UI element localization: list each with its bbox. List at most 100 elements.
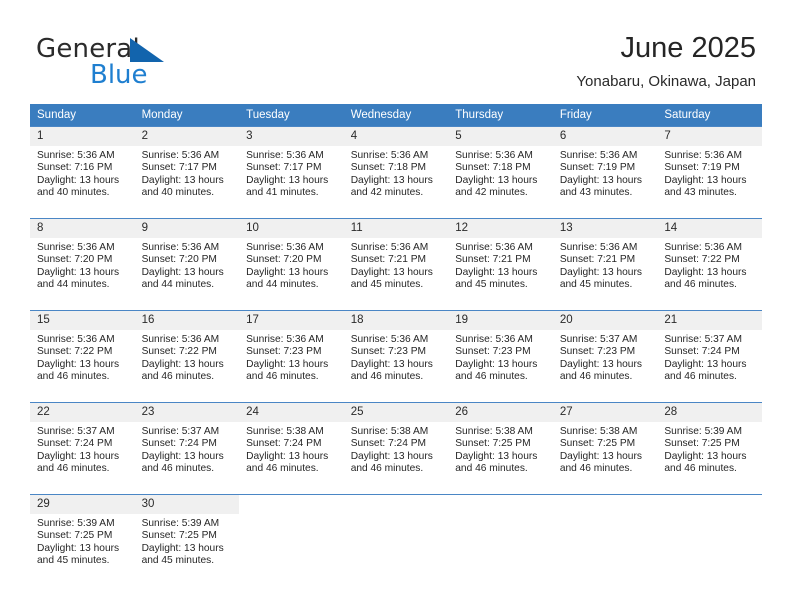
day-cell[interactable]: 2 Sunrise: 5:36 AM Sunset: 7:17 PM Dayli…: [134, 126, 240, 219]
day-cell[interactable]: 10 Sunrise: 5:36 AM Sunset: 7:20 PM Dayl…: [239, 218, 344, 311]
daylight-text: Daylight: 13 hours and 46 minutes.: [141, 450, 224, 475]
sunrise-text: Sunrise: 5:36 AM: [141, 242, 220, 253]
day-number: 21: [657, 311, 762, 330]
day-details: Sunrise: 5:36 AM Sunset: 7:16 PM Dayligh…: [30, 146, 135, 200]
day-cell[interactable]: 4 Sunrise: 5:36 AM Sunset: 7:18 PM Dayli…: [343, 126, 449, 219]
daylight-text: Daylight: 13 hours and 46 minutes.: [664, 450, 747, 475]
day-cell[interactable]: 24 Sunrise: 5:38 AM Sunset: 7:24 PM Dayl…: [239, 402, 344, 495]
sunset-text: Sunset: 7:23 PM: [559, 346, 636, 358]
day-cell-empty: [448, 494, 553, 586]
daylight-text: Daylight: 13 hours and 46 minutes.: [350, 450, 433, 475]
sunset-text: Sunset: 7:24 PM: [246, 438, 322, 450]
day-cell[interactable]: 18 Sunrise: 5:36 AM Sunset: 7:23 PM Dayl…: [343, 310, 449, 403]
day-cell[interactable]: 15 Sunrise: 5:36 AM Sunset: 7:22 PM Dayl…: [30, 310, 135, 403]
sunrise-text: Sunrise: 5:36 AM: [664, 150, 742, 161]
day-number: 4: [343, 127, 449, 146]
general-blue-logo[interactable]: General Blue: [36, 34, 236, 90]
day-number: 29: [30, 495, 135, 514]
sunset-text: Sunset: 7:20 PM: [246, 254, 322, 266]
day-cell[interactable]: 9 Sunrise: 5:36 AM Sunset: 7:20 PM Dayli…: [134, 218, 240, 311]
daylight-text: Daylight: 13 hours and 46 minutes.: [246, 358, 329, 383]
weekday-header-friday: Friday: [552, 104, 658, 127]
sunset-text: Sunset: 7:21 PM: [559, 254, 636, 266]
sunrise-text: Sunrise: 5:36 AM: [350, 150, 429, 161]
sunset-text: Sunset: 7:20 PM: [37, 254, 113, 266]
day-details: Sunrise: 5:36 AM Sunset: 7:20 PM Dayligh…: [30, 238, 135, 292]
day-cell[interactable]: 7 Sunrise: 5:36 AM Sunset: 7:19 PM Dayli…: [657, 126, 762, 219]
day-cell[interactable]: 23 Sunrise: 5:37 AM Sunset: 7:24 PM Dayl…: [134, 402, 240, 495]
sunrise-text: Sunrise: 5:37 AM: [141, 426, 220, 437]
day-cell[interactable]: 22 Sunrise: 5:37 AM Sunset: 7:24 PM Dayl…: [30, 402, 135, 495]
day-cell[interactable]: 1 Sunrise: 5:36 AM Sunset: 7:16 PM Dayli…: [30, 126, 135, 219]
daylight-text: Daylight: 13 hours and 45 minutes.: [141, 542, 224, 567]
day-number: 28: [657, 403, 762, 422]
sunrise-text: Sunrise: 5:36 AM: [37, 242, 115, 253]
day-details: Sunrise: 5:36 AM Sunset: 7:22 PM Dayligh…: [657, 238, 762, 292]
day-number: 20: [552, 311, 658, 330]
day-number: [448, 495, 553, 514]
day-details: Sunrise: 5:37 AM Sunset: 7:23 PM Dayligh…: [553, 330, 658, 384]
sunrise-text: Sunrise: 5:36 AM: [37, 334, 115, 345]
day-cell[interactable]: 30 Sunrise: 5:39 AM Sunset: 7:25 PM Dayl…: [134, 494, 240, 586]
day-cell-empty: [657, 494, 762, 586]
day-number: 11: [343, 219, 449, 238]
day-cell[interactable]: 25 Sunrise: 5:38 AM Sunset: 7:24 PM Dayl…: [343, 402, 449, 495]
daylight-text: Daylight: 13 hours and 44 minutes.: [37, 266, 120, 291]
day-number: 27: [552, 403, 658, 422]
day-cell[interactable]: 11 Sunrise: 5:36 AM Sunset: 7:21 PM Dayl…: [343, 218, 449, 311]
sunset-text: Sunset: 7:24 PM: [141, 438, 217, 450]
daylight-text: Daylight: 13 hours and 46 minutes.: [37, 358, 120, 383]
day-cell[interactable]: 12 Sunrise: 5:36 AM Sunset: 7:21 PM Dayl…: [448, 218, 553, 311]
sunrise-text: Sunrise: 5:39 AM: [664, 426, 742, 437]
daylight-text: Daylight: 13 hours and 44 minutes.: [141, 266, 224, 291]
sunrise-text: Sunrise: 5:37 AM: [37, 426, 115, 437]
day-number: 8: [30, 219, 135, 238]
sunrise-text: Sunrise: 5:37 AM: [559, 334, 638, 345]
daylight-text: Daylight: 13 hours and 46 minutes.: [246, 450, 329, 475]
day-details: Sunrise: 5:38 AM Sunset: 7:24 PM Dayligh…: [239, 422, 344, 476]
day-details: Sunrise: 5:39 AM Sunset: 7:25 PM Dayligh…: [135, 514, 240, 568]
day-cell[interactable]: 19 Sunrise: 5:36 AM Sunset: 7:23 PM Dayl…: [448, 310, 553, 403]
calendar-body: 1 Sunrise: 5:36 AM Sunset: 7:16 PM Dayli…: [30, 126, 762, 586]
sunrise-text: Sunrise: 5:38 AM: [559, 426, 638, 437]
day-cell[interactable]: 6 Sunrise: 5:36 AM Sunset: 7:19 PM Dayli…: [552, 126, 658, 219]
day-number: 18: [343, 311, 449, 330]
sunset-text: Sunset: 7:18 PM: [350, 162, 427, 174]
day-cell[interactable]: 8 Sunrise: 5:36 AM Sunset: 7:20 PM Dayli…: [30, 218, 135, 311]
day-cell[interactable]: 3 Sunrise: 5:36 AM Sunset: 7:17 PM Dayli…: [239, 126, 344, 219]
weekday-header-thursday: Thursday: [448, 104, 553, 127]
week-row: 15 Sunrise: 5:36 AM Sunset: 7:22 PM Dayl…: [30, 310, 762, 403]
day-cell[interactable]: 29 Sunrise: 5:39 AM Sunset: 7:25 PM Dayl…: [30, 494, 135, 586]
daylight-text: Daylight: 13 hours and 46 minutes.: [350, 358, 433, 383]
day-cell[interactable]: 17 Sunrise: 5:36 AM Sunset: 7:23 PM Dayl…: [239, 310, 344, 403]
sunset-text: Sunset: 7:18 PM: [455, 162, 531, 174]
day-cell[interactable]: 5 Sunrise: 5:36 AM Sunset: 7:18 PM Dayli…: [448, 126, 553, 219]
day-details: Sunrise: 5:38 AM Sunset: 7:24 PM Dayligh…: [344, 422, 449, 476]
day-cell[interactable]: 28 Sunrise: 5:39 AM Sunset: 7:25 PM Dayl…: [657, 402, 762, 495]
day-number: 24: [239, 403, 344, 422]
daylight-text: Daylight: 13 hours and 46 minutes.: [141, 358, 224, 383]
week-row: 8 Sunrise: 5:36 AM Sunset: 7:20 PM Dayli…: [30, 218, 762, 311]
day-details: Sunrise: 5:36 AM Sunset: 7:22 PM Dayligh…: [135, 330, 240, 384]
sunrise-text: Sunrise: 5:36 AM: [455, 334, 533, 345]
day-cell[interactable]: 13 Sunrise: 5:36 AM Sunset: 7:21 PM Dayl…: [552, 218, 658, 311]
day-details: Sunrise: 5:36 AM Sunset: 7:21 PM Dayligh…: [344, 238, 449, 292]
sunset-text: Sunset: 7:17 PM: [141, 162, 217, 174]
day-cell[interactable]: 20 Sunrise: 5:37 AM Sunset: 7:23 PM Dayl…: [552, 310, 658, 403]
day-cell[interactable]: 26 Sunrise: 5:38 AM Sunset: 7:25 PM Dayl…: [448, 402, 553, 495]
sunrise-text: Sunrise: 5:36 AM: [455, 242, 533, 253]
sunset-text: Sunset: 7:23 PM: [246, 346, 322, 358]
day-cell[interactable]: 14 Sunrise: 5:36 AM Sunset: 7:22 PM Dayl…: [657, 218, 762, 311]
day-details: Sunrise: 5:36 AM Sunset: 7:23 PM Dayligh…: [239, 330, 344, 384]
day-cell[interactable]: 21 Sunrise: 5:37 AM Sunset: 7:24 PM Dayl…: [657, 310, 762, 403]
day-number: 13: [552, 219, 658, 238]
day-cell[interactable]: 27 Sunrise: 5:38 AM Sunset: 7:25 PM Dayl…: [552, 402, 658, 495]
day-number: 14: [657, 219, 762, 238]
day-cell[interactable]: 16 Sunrise: 5:36 AM Sunset: 7:22 PM Dayl…: [134, 310, 240, 403]
daylight-text: Daylight: 13 hours and 44 minutes.: [246, 266, 329, 291]
sunset-text: Sunset: 7:23 PM: [455, 346, 531, 358]
calendar-page: General Blue June 2025 Yonabaru, Okinawa…: [0, 0, 792, 612]
day-details: Sunrise: 5:38 AM Sunset: 7:25 PM Dayligh…: [448, 422, 553, 476]
day-number: 1: [30, 127, 135, 146]
day-details: Sunrise: 5:38 AM Sunset: 7:25 PM Dayligh…: [553, 422, 658, 476]
